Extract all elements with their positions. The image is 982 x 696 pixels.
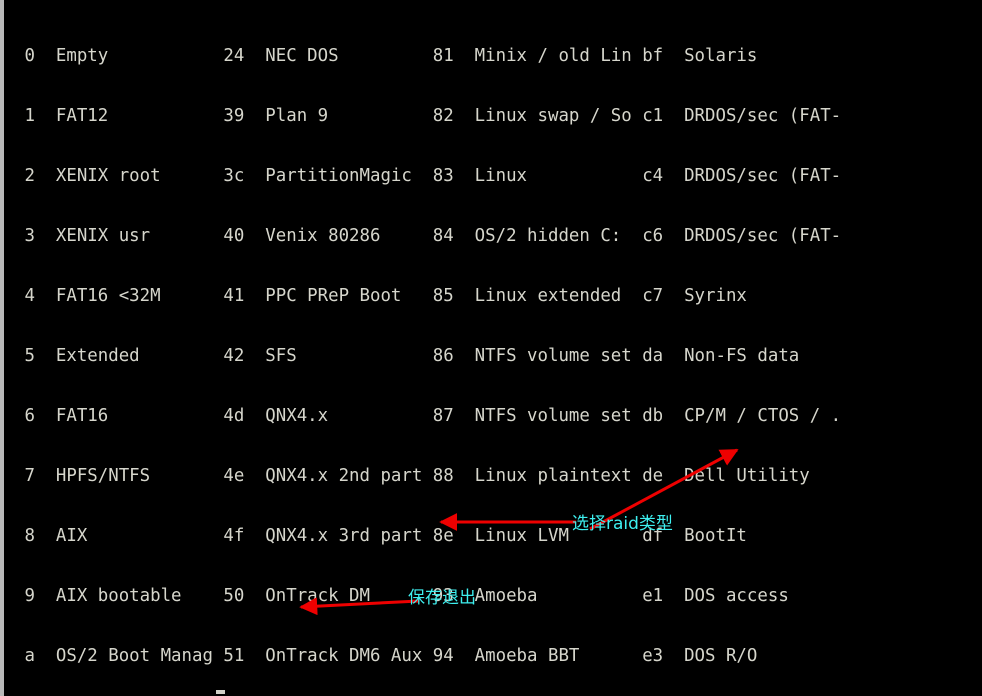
row-text: 7 HPFS/NTFS 4e QNX4.x 2nd part 88 Linux …: [14, 466, 810, 486]
table-row: 7 HPFS/NTFS 4e QNX4.x 2nd part 88 Linux …: [14, 466, 982, 486]
row-text: 8 AIX 4f QNX4.x 3rd part 8e Linux LVM df…: [14, 526, 747, 546]
table-row: 5 Extended 42 SFS 86 NTFS volume set da …: [14, 346, 982, 366]
table-row: 6 FAT16 4d QNX4.x 87 NTFS volume set db …: [14, 406, 982, 426]
table-row: 1 FAT12 39 Plan 9 82 Linux swap / So c1 …: [14, 106, 982, 126]
row-text: a OS/2 Boot Manag 51 OnTrack DM6 Aux 94 …: [14, 646, 758, 666]
row-text: 9 AIX bootable 50 OnTrack DM 93 Amoeba e…: [14, 586, 789, 606]
terminal-screen[interactable]: 0 Empty 24 NEC DOS 81 Minix / old Lin bf…: [4, 0, 982, 696]
table-row: 0 Empty 24 NEC DOS 81 Minix / old Lin bf…: [14, 46, 982, 66]
row-text: 1 FAT12 39 Plan 9 82 Linux swap / So c1 …: [14, 106, 842, 126]
table-row: 9 AIX bootable 50 OnTrack DM 93 Amoeba e…: [14, 586, 982, 606]
row-text: 0 Empty 24 NEC DOS 81 Minix / old Lin bf…: [14, 46, 758, 66]
row-text: 6 FAT16 4d QNX4.x 87 NTFS volume set db …: [14, 406, 842, 426]
table-row: 4 FAT16 <32M 41 PPC PReP Boot 85 Linux e…: [14, 286, 982, 306]
terminal-window[interactable]: 0 Empty 24 NEC DOS 81 Minix / old Lin bf…: [0, 0, 982, 696]
table-row: a OS/2 Boot Manag 51 OnTrack DM6 Aux 94 …: [14, 646, 982, 666]
row-text: 5 Extended 42 SFS 86 NTFS volume set da …: [14, 346, 800, 366]
table-row: 2 XENIX root 3c PartitionMagic 83 Linux …: [14, 166, 982, 186]
row-text: 4 FAT16 <32M 41 PPC PReP Boot 85 Linux e…: [14, 286, 747, 306]
table-row: 3 XENIX usr 40 Venix 80286 84 OS/2 hidde…: [14, 226, 982, 246]
table-row: 8 AIX 4f QNX4.x 3rd part 8e Linux LVM df…: [14, 526, 982, 546]
row-text: 2 XENIX root 3c PartitionMagic 83 Linux …: [14, 166, 842, 186]
row-text: 3 XENIX usr 40 Venix 80286 84 OS/2 hidde…: [14, 226, 842, 246]
